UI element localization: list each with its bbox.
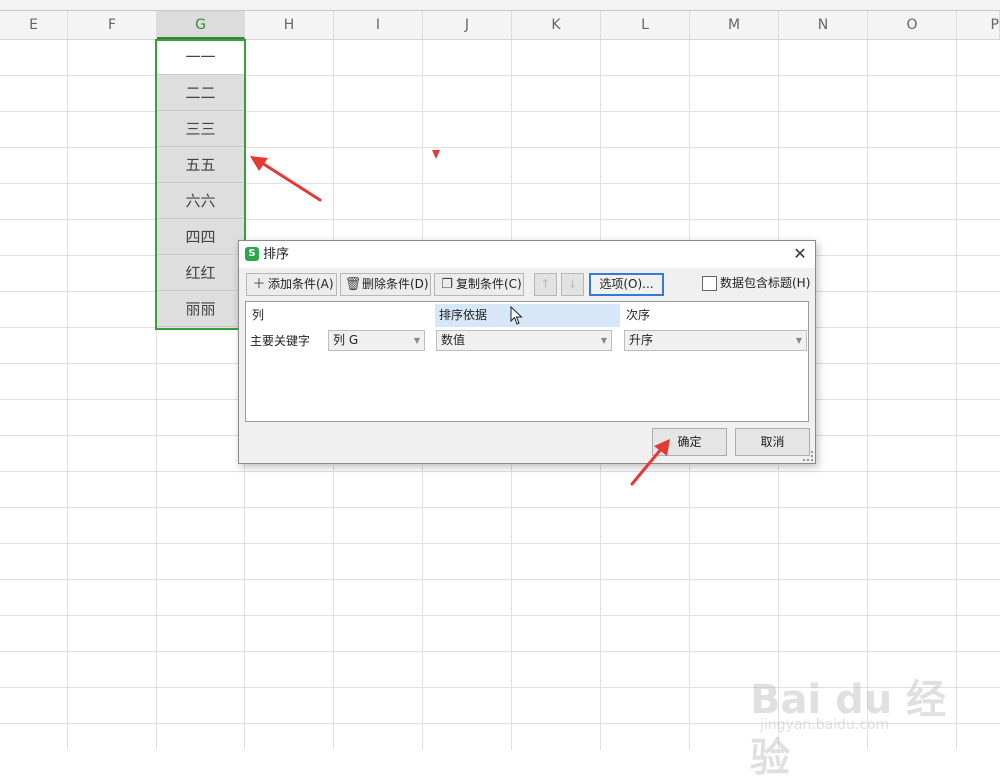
red-arrow-ok <box>630 439 670 486</box>
annotation-layer <box>250 156 670 486</box>
red-arrow-selection <box>250 156 322 202</box>
watermark: Bai du 经验 jingyan.baidu.com <box>750 667 970 781</box>
watermark-url: jingyan.baidu.com <box>760 717 890 733</box>
